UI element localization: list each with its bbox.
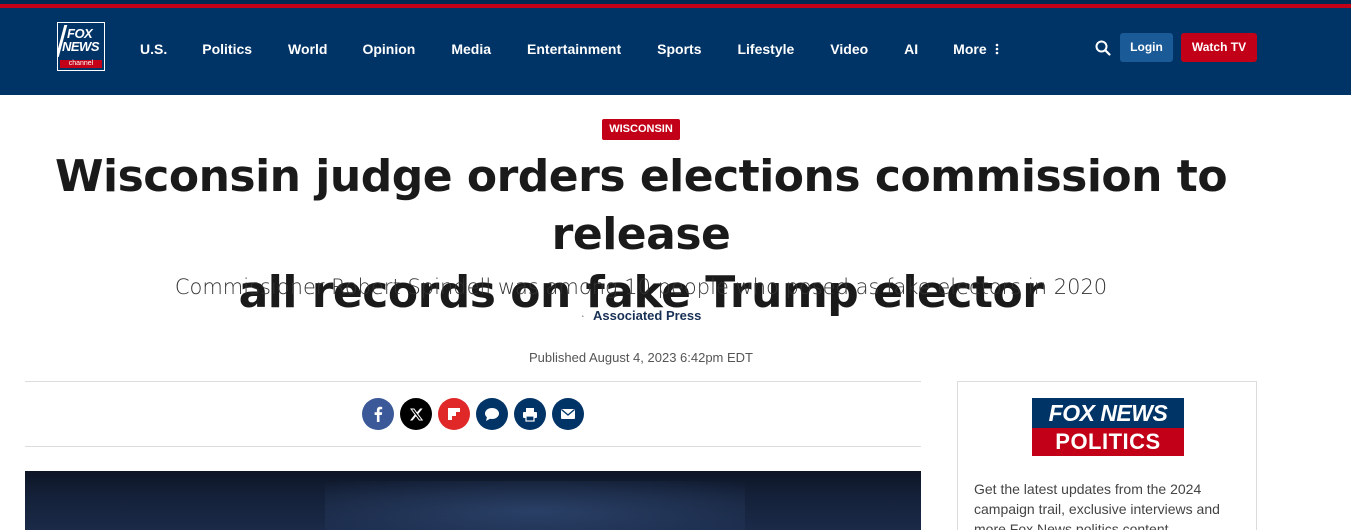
nav-item-media[interactable]: Media bbox=[451, 40, 491, 58]
promo-text: Get the latest updates from the 2024 cam… bbox=[974, 481, 1220, 530]
nav-item-video[interactable]: Video bbox=[830, 40, 868, 58]
hero-image[interactable] bbox=[25, 471, 921, 530]
comments-button[interactable] bbox=[476, 398, 508, 430]
search-icon bbox=[1095, 40, 1111, 56]
category-eyebrow[interactable]: WISCONSIN bbox=[602, 119, 680, 140]
nav-item-opinion[interactable]: Opinion bbox=[362, 40, 415, 58]
nav-item-ai[interactable]: AI bbox=[904, 40, 918, 58]
share-divider-bottom bbox=[25, 446, 921, 447]
email-button[interactable] bbox=[552, 398, 584, 430]
search-button[interactable] bbox=[1094, 39, 1112, 57]
politics-newsletter-promo: FOX NEWS POLITICS Get the latest updates… bbox=[957, 381, 1257, 530]
nav-item-more[interactable]: More bbox=[953, 40, 999, 58]
x-icon bbox=[409, 408, 423, 420]
nav-item-sports[interactable]: Sports bbox=[657, 40, 701, 58]
politics-logo-top: FOX NEWS bbox=[1032, 398, 1184, 428]
headline-line1: Wisconsin judge orders elections commiss… bbox=[54, 151, 1228, 260]
article-subhead: Commissioner Robert Spindell was among 1… bbox=[174, 275, 1108, 299]
main-nav: U.S. Politics World Opinion Media Entert… bbox=[140, 40, 1000, 58]
site-header: FOX NEWS channel U.S. Politics World Opi… bbox=[0, 0, 1351, 95]
hero-image-glow bbox=[325, 481, 745, 530]
fox-news-logo[interactable]: FOX NEWS channel bbox=[57, 22, 105, 71]
logo-line2: NEWS bbox=[62, 39, 100, 54]
politics-logo-bottom: POLITICS bbox=[1032, 428, 1184, 456]
fox-news-politics-logo[interactable]: FOX NEWS POLITICS bbox=[1032, 398, 1184, 456]
share-facebook-button[interactable] bbox=[362, 398, 394, 430]
nav-more-label: More bbox=[953, 41, 987, 57]
print-icon bbox=[523, 407, 537, 422]
nav-item-us[interactable]: U.S. bbox=[140, 40, 167, 58]
nav-item-world[interactable]: World bbox=[288, 40, 327, 58]
header-red-line bbox=[0, 4, 1351, 8]
author-byline: · Associated Press bbox=[0, 308, 1282, 324]
login-button[interactable]: Login bbox=[1120, 33, 1173, 62]
published-date: Published August 4, 2023 6:42pm EDT bbox=[528, 350, 754, 365]
comment-icon bbox=[485, 407, 499, 421]
email-icon bbox=[561, 409, 575, 419]
nav-item-lifestyle[interactable]: Lifestyle bbox=[737, 40, 794, 58]
watch-tv-button[interactable]: Watch TV bbox=[1181, 33, 1257, 62]
nav-item-entertainment[interactable]: Entertainment bbox=[527, 40, 621, 58]
share-flipboard-button[interactable] bbox=[438, 398, 470, 430]
facebook-icon bbox=[374, 406, 383, 422]
share-bar bbox=[362, 398, 584, 430]
vertical-ellipsis-icon bbox=[995, 43, 998, 55]
author-link[interactable]: Associated Press bbox=[593, 308, 701, 323]
byline-dot: · bbox=[580, 308, 585, 323]
flipboard-icon bbox=[448, 408, 460, 420]
share-divider-top bbox=[25, 381, 921, 382]
share-x-button[interactable] bbox=[400, 398, 432, 430]
print-button[interactable] bbox=[514, 398, 546, 430]
nav-item-politics[interactable]: Politics bbox=[202, 40, 252, 58]
logo-line3: channel bbox=[60, 60, 102, 68]
